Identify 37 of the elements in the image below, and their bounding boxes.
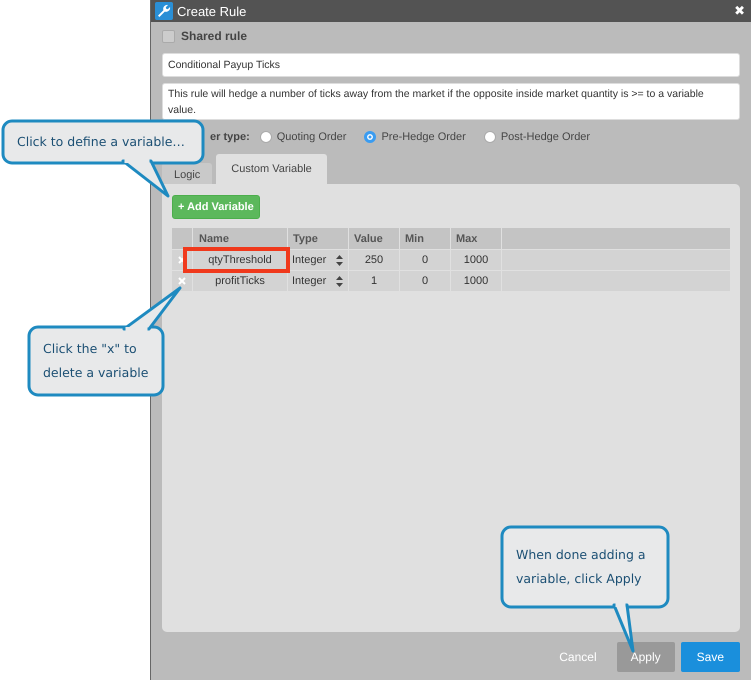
- column-header: Name: [193, 228, 287, 249]
- column-header: Value: [349, 228, 399, 249]
- column-header: Max: [451, 228, 501, 249]
- description-field[interactable]: This rule will hedge a number of ticks away from the market if the opposite inside market quantity is >= to a variable value.: [162, 83, 740, 120]
- table-cell: 1000: [451, 250, 501, 270]
- column-header: Min: [400, 228, 450, 249]
- table-cell: 1000: [451, 271, 501, 291]
- radio-button[interactable]: [260, 131, 272, 143]
- rule-name-field[interactable]: Conditional Payup Ticks: [162, 53, 740, 77]
- table-cell: 0: [400, 271, 450, 291]
- radio-label: Pre-Hedge Order: [381, 131, 466, 143]
- sort-arrows-icon: [336, 254, 343, 266]
- radio-label: Post-Hedge Order: [500, 131, 590, 143]
- sort-arrows-icon: [336, 276, 343, 286]
- checkbox[interactable]: [162, 30, 175, 42]
- table-cell: 1: [349, 271, 399, 291]
- checkbox-label: Shared rule: [181, 29, 248, 43]
- close-button[interactable]: ✖: [732, 4, 747, 18]
- callout-text: Click to define a variable…: [17, 133, 186, 151]
- wrench-icon: [155, 2, 173, 20]
- table-cell: 250: [349, 250, 399, 270]
- tab[interactable]: Custom Variable: [216, 154, 327, 184]
- callout-text: When done adding a variable, click Apply: [516, 546, 647, 588]
- table-cell: profitTicks: [193, 271, 287, 291]
- tab[interactable]: Logic: [162, 163, 212, 184]
- column-header: Type: [288, 228, 348, 249]
- table-cell: 0: [400, 250, 450, 270]
- order-type-label: er type:: [210, 131, 250, 143]
- delete-icon: [178, 256, 186, 264]
- footer-button[interactable]: Save: [680, 642, 740, 672]
- delete-icon: [178, 277, 186, 285]
- table-header-cell: [172, 228, 192, 249]
- window-title: Create Rule: [177, 4, 246, 18]
- radio-label: Quoting Order: [276, 131, 346, 143]
- radio-button[interactable]: [484, 131, 496, 143]
- radio-button[interactable]: [364, 131, 376, 143]
- callout-text: Click the "x" to delete a variable: [43, 340, 149, 382]
